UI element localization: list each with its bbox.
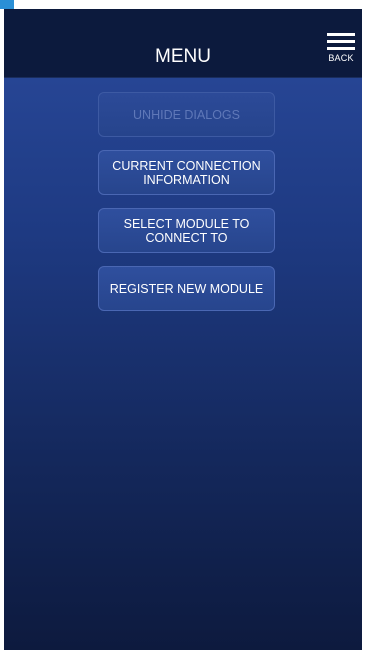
hamburger-icon: [327, 33, 355, 51]
app-screen: MENU BACK UNHIDE DIALOGS CURRENT CONNECT…: [4, 9, 362, 650]
corner-tag: [0, 0, 14, 9]
unhide-dialogs-button[interactable]: UNHIDE DIALOGS: [98, 92, 275, 137]
back-label: BACK: [328, 53, 354, 63]
register-new-module-button[interactable]: REGISTER NEW MODULE: [98, 266, 275, 311]
header-bar: MENU BACK: [4, 9, 362, 78]
select-module-button[interactable]: SELECT MODULE TO CONNECT TO: [98, 208, 275, 253]
page-title: MENU: [155, 46, 211, 67]
menu-list: UNHIDE DIALOGS CURRENT CONNECTION INFORM…: [98, 92, 275, 324]
current-connection-information-button[interactable]: CURRENT CONNECTION INFORMATION: [98, 150, 275, 195]
back-button[interactable]: BACK: [324, 27, 358, 67]
